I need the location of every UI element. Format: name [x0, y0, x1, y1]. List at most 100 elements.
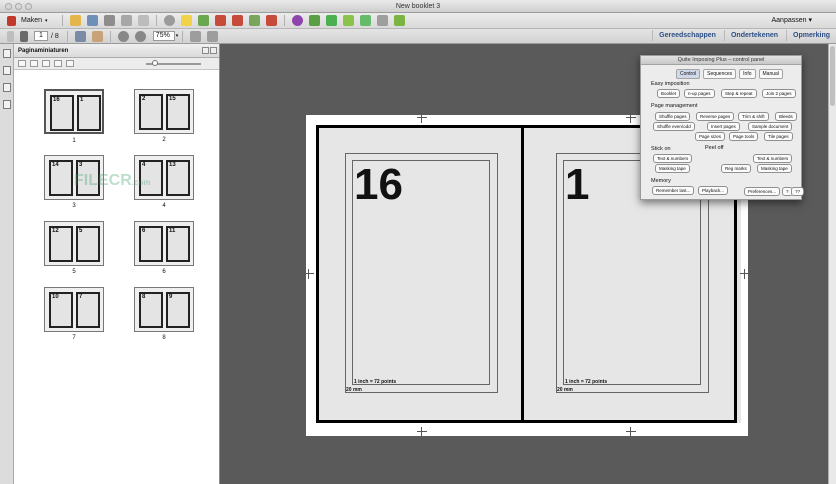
- page-thumbnail[interactable]: 6 11 6: [134, 221, 194, 275]
- email-icon[interactable]: [137, 15, 149, 26]
- thumbnail-caption: 1: [72, 138, 76, 144]
- attachments-icon[interactable]: [2, 83, 11, 92]
- tab-info[interactable]: Info: [739, 69, 756, 79]
- signatures-icon[interactable]: [2, 100, 11, 109]
- fullscreen-icon[interactable]: [207, 30, 219, 42]
- page-thumbnail[interactable]: 8 9 8: [134, 287, 194, 341]
- thumbnail-page-number: 2: [142, 96, 146, 102]
- page-thumbnail[interactable]: 12 5 5: [44, 221, 104, 275]
- quite-imposing-icon[interactable]: [291, 15, 303, 26]
- page-thumbnail[interactable]: 2 15 2: [134, 89, 194, 143]
- thumbnail-page: 13: [166, 160, 190, 196]
- stick-masking-tape-button[interactable]: Masking tape: [655, 164, 690, 173]
- remember-last-button[interactable]: Remember last...: [652, 186, 695, 195]
- tile-pages-button[interactable]: Tile pages: [764, 132, 793, 141]
- rotate-page-icon[interactable]: [54, 60, 62, 67]
- create-pdf-icon: [7, 15, 16, 26]
- zoom-input[interactable]: 75%: [152, 31, 175, 41]
- maken-menu[interactable]: Maken ▾: [4, 15, 48, 26]
- sign-link[interactable]: Ondertekenen: [723, 30, 780, 41]
- nest-icon[interactable]: [393, 15, 405, 26]
- rotate-icon[interactable]: [359, 15, 371, 26]
- panel-header: Paginaminiaturen: [14, 44, 219, 58]
- extract-page-icon[interactable]: [66, 60, 74, 67]
- thumbnail-options-icon[interactable]: [18, 60, 26, 67]
- insert-page-icon[interactable]: [30, 60, 38, 67]
- tab-sequences[interactable]: Sequences: [703, 69, 737, 79]
- page-tools-button[interactable]: Page tools: [729, 132, 759, 141]
- shuffle-pages-button[interactable]: Shuffle pages: [655, 112, 691, 121]
- zoom-in-icon[interactable]: [134, 30, 146, 42]
- page-thumbnails-icon[interactable]: [2, 49, 11, 58]
- trim-shift-button[interactable]: Trim & shift: [738, 112, 769, 121]
- window-controls[interactable]: [5, 3, 32, 10]
- previous-page-icon[interactable]: [7, 30, 14, 42]
- save-icon[interactable]: [86, 15, 98, 26]
- comment-icon[interactable]: [180, 15, 192, 26]
- booklet-button[interactable]: Booklet: [657, 89, 681, 98]
- thumbnail-caption: 7: [72, 335, 76, 341]
- reg-marks-button[interactable]: Reg marks: [721, 164, 751, 173]
- page-thumbnail[interactable]: 10 7 7: [44, 287, 104, 341]
- n-up-pages-button[interactable]: n-up pages: [684, 89, 715, 98]
- settings-icon[interactable]: [163, 15, 175, 26]
- step-repeat-button[interactable]: Step & repeat: [721, 89, 757, 98]
- mail-icon[interactable]: [308, 15, 320, 26]
- reg-mark: [304, 269, 314, 279]
- peel-text-numbers-button[interactable]: Text & numbers: [753, 154, 793, 163]
- main-toolbar: Maken ▾ Aanpassen ▾: [0, 13, 836, 29]
- thumbnail-page: 2: [139, 94, 163, 130]
- edit-icon[interactable]: [120, 15, 132, 26]
- thumbnail-page-number: 6: [142, 228, 146, 234]
- page-thumbnail[interactable]: 16 1 1: [44, 89, 104, 144]
- stick-text-numbers-button[interactable]: Text & numbers: [653, 154, 693, 163]
- tools-link[interactable]: Gereedschappen: [652, 30, 718, 41]
- fit-page-icon[interactable]: [190, 30, 202, 42]
- panel-close-icon[interactable]: [210, 47, 217, 54]
- hash-icon[interactable]: [342, 15, 354, 26]
- tab-manual[interactable]: Manual: [758, 69, 783, 79]
- thumbnail-caption: 8: [162, 335, 166, 341]
- thumbnail-page: 10: [49, 292, 73, 328]
- join-2-pages-button[interactable]: Join 2 pages: [762, 89, 796, 98]
- zoom-out-icon[interactable]: [117, 30, 129, 42]
- tab-control[interactable]: Control: [676, 69, 701, 79]
- peel-masking-tape-button[interactable]: Masking tape: [757, 164, 792, 173]
- thumbnail-page-number: 9: [169, 294, 173, 300]
- pdf-tool-icon[interactable]: [214, 15, 226, 26]
- watermark: FILECR.com: [74, 172, 151, 189]
- comment-link[interactable]: Opmerking: [786, 30, 832, 41]
- crop-icon[interactable]: [376, 15, 388, 26]
- page-sizes-button[interactable]: Page sizes: [695, 132, 726, 141]
- review-icon[interactable]: [197, 15, 209, 26]
- bleeds-button[interactable]: Bleeds: [775, 112, 797, 121]
- page-number-input[interactable]: 1: [34, 31, 48, 41]
- help-more-button[interactable]: ??: [791, 187, 805, 196]
- thumbnail-size-slider[interactable]: [146, 60, 201, 66]
- insert-pages-button[interactable]: Insert pages: [707, 122, 740, 131]
- pdf-tool-3-icon[interactable]: [248, 15, 260, 26]
- title-bar: New booklet 3: [0, 0, 836, 13]
- hand-tool-icon[interactable]: [91, 30, 103, 42]
- open-folder-icon[interactable]: [69, 15, 81, 26]
- panel-collapse-icon[interactable]: [202, 47, 209, 54]
- grid-icon[interactable]: [325, 15, 337, 26]
- next-page-icon[interactable]: [20, 30, 28, 42]
- pdf-tool-4-icon[interactable]: [265, 15, 277, 26]
- select-tool-icon[interactable]: [74, 30, 86, 42]
- preferences-button[interactable]: Preferences...: [744, 187, 781, 196]
- bookmarks-icon[interactable]: [2, 66, 11, 75]
- thumbnail-page: 16: [50, 95, 74, 131]
- qi-title: Quite Imposing Plus – control panel: [641, 56, 801, 65]
- vertical-scrollbar[interactable]: [828, 44, 836, 484]
- reverse-pages-button[interactable]: Reverse pages: [696, 112, 735, 121]
- aanpassen-menu[interactable]: Aanpassen ▾: [772, 16, 813, 24]
- playback-button[interactable]: Playback...: [698, 186, 729, 195]
- thumbnail-page-number: 16: [53, 97, 60, 103]
- pdf-tool-2-icon[interactable]: [231, 15, 243, 26]
- sample-document-button[interactable]: Sample document: [748, 122, 793, 131]
- delete-page-icon[interactable]: [42, 60, 50, 67]
- print-icon[interactable]: [103, 15, 115, 26]
- shuffle-even-odd-button[interactable]: Shuffle even/odd: [653, 122, 695, 131]
- zoom-dropdown-icon[interactable]: ▾: [176, 33, 179, 39]
